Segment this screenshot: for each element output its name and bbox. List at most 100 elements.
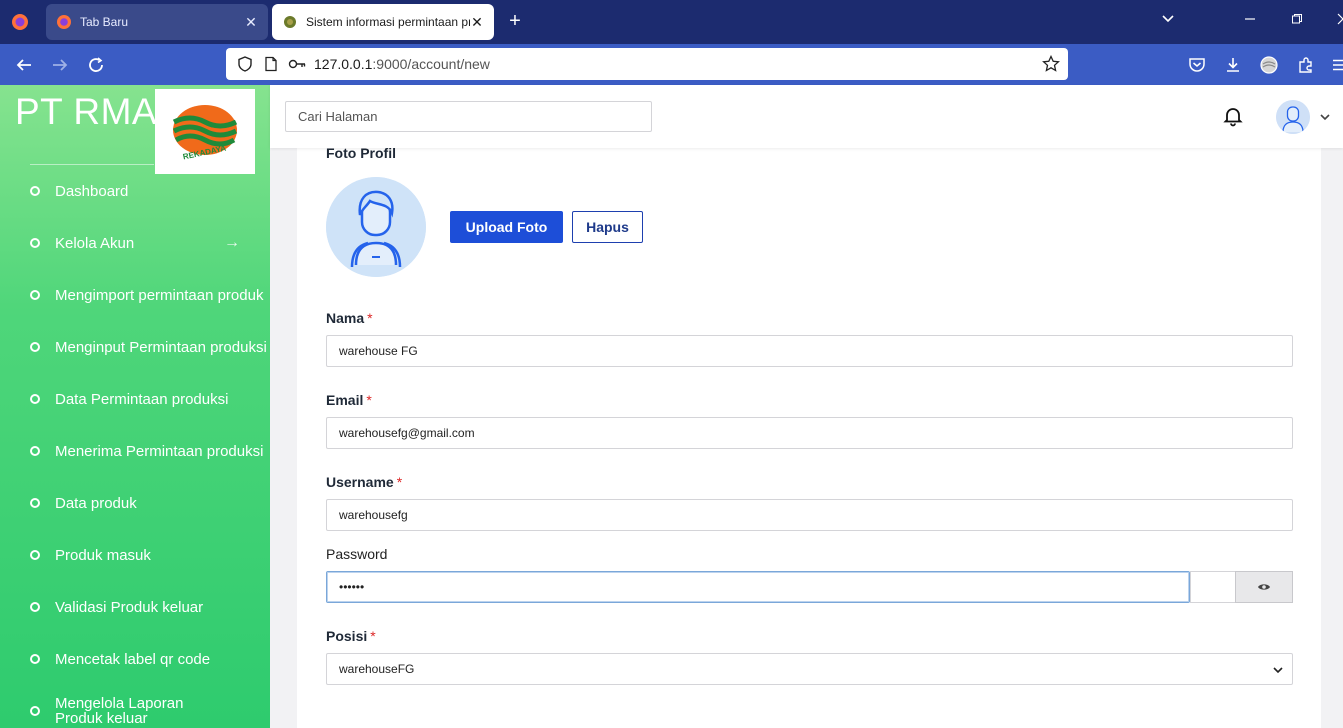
password-label: Password [326, 546, 388, 562]
chevron-down-icon [1272, 664, 1284, 679]
sidebar-item-label: Produk masuk [55, 546, 151, 564]
name-field[interactable]: warehouse FG [326, 335, 1293, 367]
sidebar-item-input-permintaan[interactable]: Menginput Permintaan produksi [30, 332, 267, 362]
password-addon [1190, 571, 1236, 603]
extensions-icon[interactable] [1295, 54, 1317, 76]
brand-title: PT RMA [15, 91, 158, 132]
reload-icon[interactable] [85, 54, 107, 76]
required-mark: * [396, 474, 403, 490]
bullet-icon [30, 654, 40, 664]
account-icon[interactable] [1258, 54, 1280, 76]
position-select[interactable]: warehouseFG [326, 653, 1293, 685]
page-icon[interactable] [262, 55, 280, 73]
company-logo: REKADAYA [155, 89, 255, 174]
new-tab-icon[interactable]: + [504, 10, 526, 33]
profile-form-card: Foto Profil Upload Foto Hapus Nama * ware… [297, 140, 1321, 728]
sidebar-item-label: Dashboard [55, 182, 129, 200]
top-header: Cari Halaman [270, 85, 1343, 148]
email-field[interactable]: warehousefg@gmail.com [326, 417, 1293, 449]
chevron-down-icon[interactable] [1318, 110, 1332, 124]
restore-icon[interactable] [1287, 12, 1307, 28]
position-selected-value: warehouseFG [339, 662, 415, 676]
sidebar: PT RMA REKADAYA Dashboard Kelola Akun → … [0, 85, 270, 728]
sidebar-item-import-permintaan[interactable]: Mengimport permintaan produk [30, 280, 265, 310]
position-label-text: Posisi [326, 628, 368, 644]
username-field[interactable]: warehousefg [326, 499, 1293, 531]
key-icon[interactable] [288, 55, 306, 73]
bullet-icon [30, 550, 40, 560]
minimize-icon[interactable] [1240, 12, 1260, 28]
sidebar-item-kelola-akun[interactable]: Kelola Akun → [30, 228, 265, 258]
bullet-icon [30, 498, 40, 508]
upload-photo-button[interactable]: Upload Foto [450, 211, 563, 243]
bullet-icon [30, 342, 40, 352]
bullet-icon [30, 238, 40, 248]
sidebar-item-label: Menerima Permintaan produksi [55, 442, 264, 460]
close-tab-icon[interactable]: ✕ [244, 14, 258, 31]
profile-avatar-icon [326, 177, 426, 277]
email-label: Email * [326, 392, 372, 408]
email-label-text: Email [326, 392, 364, 408]
forward-arrow-icon[interactable] [49, 54, 71, 76]
sidebar-item-label: Mengimport permintaan produk [55, 286, 264, 304]
bullet-icon [30, 186, 40, 196]
required-mark: * [366, 392, 372, 408]
sidebar-item-label: Validasi Produk keluar [55, 598, 204, 616]
sidebar-item-label: Mengelola Laporan Produk keluar [55, 695, 184, 727]
address-bar[interactable]: 127.0.0.1:9000/account/new [226, 48, 1068, 80]
close-window-icon[interactable] [1333, 12, 1343, 28]
url-host: 127.0.0.1 [314, 56, 373, 72]
back-arrow-icon[interactable] [13, 54, 35, 76]
sidebar-item-label: Kelola Akun [55, 234, 135, 252]
shield-icon[interactable] [236, 55, 254, 73]
password-field[interactable]: •••••• [326, 571, 1190, 603]
sidebar-item-label: Data produk [55, 494, 137, 512]
sidebar-item-dashboard[interactable]: Dashboard [30, 176, 265, 206]
sidebar-item-label: Data Permintaan produksi [55, 390, 229, 408]
pocket-icon[interactable] [1186, 54, 1208, 76]
search-input[interactable]: Cari Halaman [285, 101, 652, 132]
sidebar-divider [30, 164, 154, 165]
sidebar-item-cetak-label[interactable]: Mencetak label qr code [30, 644, 265, 674]
sidebar-item-validasi-produk[interactable]: Validasi Produk keluar [30, 592, 265, 622]
bullet-icon [30, 446, 40, 456]
username-label: Username * [326, 474, 402, 490]
bookmark-star-icon[interactable] [1042, 54, 1060, 76]
bell-icon[interactable] [1222, 105, 1244, 127]
downloads-icon[interactable] [1222, 54, 1244, 76]
username-label-text: Username [326, 474, 394, 490]
browser-nav-bar: 127.0.0.1:9000/account/new [0, 44, 1343, 85]
bullet-icon [30, 394, 40, 404]
show-password-eye-icon[interactable] [1235, 571, 1293, 603]
close-tab-icon[interactable]: ✕ [470, 14, 484, 31]
firefox-menu-icon[interactable] [6, 8, 34, 36]
sidebar-item-produk-masuk[interactable]: Produk masuk [30, 540, 265, 570]
name-label: Nama * [326, 310, 373, 326]
required-mark: * [370, 628, 376, 644]
sidebar-item-laporan-produk[interactable]: Mengelola Laporan Produk keluar [30, 696, 265, 726]
menu-icon[interactable] [1328, 54, 1343, 76]
name-label-text: Nama [326, 310, 365, 326]
url-path: :9000/account/new [372, 56, 490, 72]
tab-active-page[interactable]: Sistem informasi permintaan pr ✕ [272, 4, 494, 40]
tab-new-tab[interactable]: Tab Baru ✕ [46, 4, 268, 40]
user-avatar-icon[interactable] [1276, 100, 1310, 134]
site-favicon-icon [284, 16, 296, 28]
sidebar-item-data-produk[interactable]: Data produk [30, 488, 265, 518]
bullet-icon [30, 602, 40, 612]
firefox-icon [57, 15, 71, 29]
arrow-right-icon: → [224, 234, 240, 251]
sidebar-item-data-permintaan[interactable]: Data Permintaan produksi [30, 384, 265, 414]
required-mark: * [367, 310, 373, 326]
sidebar-item-label: Menginput Permintaan produksi [55, 338, 267, 356]
browser-tab-bar: Tab Baru ✕ Sistem informasi permintaan p… [0, 0, 1343, 44]
tab-title: Tab Baru [80, 15, 129, 29]
bullet-icon [30, 706, 40, 716]
list-all-tabs-icon[interactable] [1158, 12, 1178, 29]
tab-title: Sistem informasi permintaan pr [306, 15, 470, 29]
position-label: Posisi * [326, 628, 376, 644]
url-text[interactable]: 127.0.0.1:9000/account/new [314, 56, 490, 72]
delete-photo-button[interactable]: Hapus [572, 211, 643, 243]
sidebar-item-terima-permintaan[interactable]: Menerima Permintaan produksi [30, 436, 265, 466]
bullet-icon [30, 290, 40, 300]
